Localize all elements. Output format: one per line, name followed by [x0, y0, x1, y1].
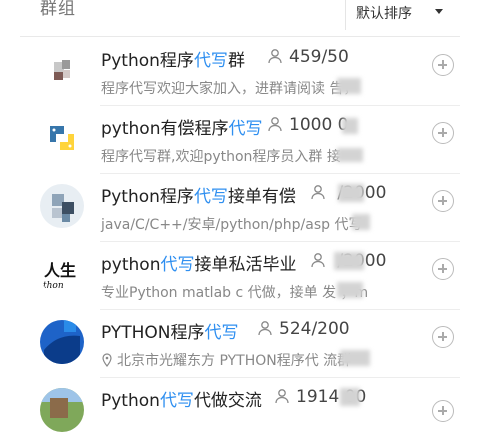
- group-avatar: [40, 320, 84, 364]
- redacted-area: [338, 184, 364, 202]
- redacted-area: [334, 252, 364, 270]
- plus-circle-icon[interactable]: [432, 326, 454, 348]
- group-avatar: [40, 388, 84, 432]
- redacted-area: [340, 350, 370, 366]
- group-row[interactable]: PYTHON程序代写 524/200 北京市光耀东方 PYTHON程序代 流群: [0, 310, 499, 378]
- group-row[interactable]: Python程序代写群 459/50 程序代写欢迎大家加入，进群请阅读 告，: [0, 38, 499, 106]
- person-icon: [268, 49, 282, 64]
- redacted-area: [352, 214, 370, 230]
- group-avatar: [40, 116, 84, 160]
- group-avatar: 人生 thon: [40, 252, 84, 296]
- group-row[interactable]: Python程序代写接单有偿 /2000 java/C/C++/安卓/pytho…: [0, 174, 499, 242]
- redacted-area: [340, 388, 360, 406]
- person-icon: [311, 185, 325, 200]
- sort-dropdown[interactable]: 默认排序: [356, 3, 412, 23]
- group-description: 程序代写群,欢迎python程序员入群 接: [101, 149, 341, 165]
- group-name[interactable]: Python程序代写群: [101, 46, 245, 71]
- group-description: 北京市光耀东方 PYTHON程序代 流群: [101, 350, 351, 370]
- group-name[interactable]: Python代写代做交流: [101, 386, 262, 411]
- member-count: 1000 0: [267, 115, 348, 135]
- pin-icon: [102, 353, 112, 367]
- redacted-area: [337, 282, 363, 298]
- plus-circle-icon[interactable]: [432, 190, 454, 212]
- group-avatar: [40, 184, 84, 228]
- plus-circle-icon[interactable]: [432, 258, 454, 280]
- caret-down-icon[interactable]: [435, 9, 443, 14]
- group-row[interactable]: Python代写代做交流 1914 00: [0, 378, 499, 446]
- person-icon: [275, 389, 289, 404]
- group-row[interactable]: 人生 thon python代写接单私活毕业 /2000 专业Python ma…: [0, 242, 499, 310]
- group-avatar: [40, 48, 84, 92]
- person-icon: [268, 117, 282, 132]
- header: 群组 默认排序: [0, 0, 499, 38]
- sort-label: 默认排序: [356, 6, 412, 22]
- group-description: java/C/C++/安卓/python/php/asp 代写: [101, 217, 363, 233]
- person-icon: [258, 321, 272, 336]
- group-name[interactable]: python代写接单私活毕业: [101, 250, 296, 275]
- divider: [20, 36, 460, 37]
- plus-circle-icon[interactable]: [432, 54, 454, 76]
- member-count: 524/200: [257, 319, 350, 339]
- group-name[interactable]: Python程序代写接单有偿: [101, 182, 296, 207]
- redacted-area: [342, 118, 358, 134]
- group-description: 程序代写欢迎大家加入，进群请阅读 告，: [101, 81, 358, 97]
- redacted-area: [337, 78, 361, 94]
- section-title: 群组: [40, 0, 76, 19]
- svg-text:人生: 人生: [44, 261, 76, 280]
- plus-circle-icon[interactable]: [432, 122, 454, 144]
- svg-text:thon: thon: [43, 281, 64, 291]
- group-description: 专业Python matlab c 代做，接单 发 ；m: [101, 285, 369, 301]
- group-name[interactable]: python有偿程序代写: [101, 114, 262, 139]
- plus-circle-icon[interactable]: [432, 400, 454, 422]
- group-row[interactable]: python有偿程序代写 1000 0 程序代写群,欢迎python程序员入群 …: [0, 106, 499, 174]
- divider: [345, 0, 346, 30]
- redacted-area: [337, 148, 363, 162]
- member-count: 459/50: [267, 47, 349, 67]
- group-name[interactable]: PYTHON程序代写: [101, 318, 239, 343]
- person-icon: [311, 253, 325, 268]
